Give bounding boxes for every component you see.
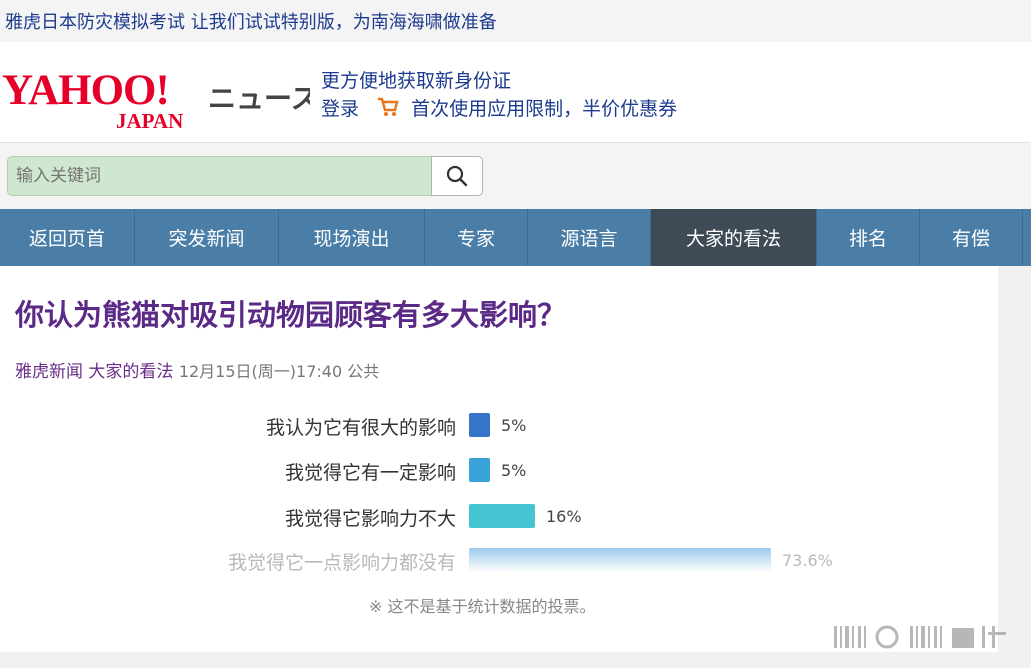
barcode-watermark-icon xyxy=(834,625,1006,649)
search-bar xyxy=(0,143,1031,209)
site-header: YAHOO! JAPAN ニュース 更方便地获取新身份证 登录 首次使用应用限制… xyxy=(0,42,1031,143)
nav-item-paid[interactable]: 有偿 xyxy=(920,209,1023,266)
nav-item-opinions[interactable]: 大家的看法 xyxy=(651,209,817,266)
top-announcement-bar: 雅虎日本防灾模拟考试 让我们试试特别版，为南海海啸做准备 xyxy=(0,0,1031,42)
main-nav: 返回页首 突发新闻 现场演出 专家 源语言 大家的看法 排名 有偿 xyxy=(0,209,1031,266)
nav-item-live[interactable]: 现场演出 xyxy=(279,209,425,266)
nav-item-home[interactable]: 返回页首 xyxy=(0,209,135,266)
cart-icon xyxy=(378,97,399,116)
poll-bar xyxy=(469,548,771,572)
article-meta: 雅虎新闻 大家的看法 12月15日(周一)17:40 公共 xyxy=(15,357,379,382)
nav-item-experts[interactable]: 专家 xyxy=(425,209,528,266)
poll-article: 你认为熊猫对吸引动物园顾客有多大影响？ 雅虎新闻 大家的看法 12月15日(周一… xyxy=(0,266,998,652)
page-title: 你认为熊猫对吸引动物园顾客有多大影响？ xyxy=(15,298,567,332)
source-link[interactable]: 雅虎新闻 大家的看法 xyxy=(15,362,173,382)
announcement-link[interactable]: 雅虎日本防灾模拟考试 让我们试试特别版，为南海海啸做准备 xyxy=(5,8,497,34)
logo-wordmark: YAHOO! xyxy=(2,67,169,114)
timestamp: 12月15日(周一)17:40 公共 xyxy=(178,362,380,381)
promo-row: 登录 首次使用应用限制，半价优惠券 xyxy=(321,94,677,121)
poll-bar xyxy=(469,458,490,482)
nav-item-ranking[interactable]: 排名 xyxy=(817,209,920,266)
search-input[interactable] xyxy=(7,156,431,196)
poll-option-label: 我认为它有很大的影响 xyxy=(265,417,456,439)
poll-option-label: 我觉得它一点影响力都没有 xyxy=(227,552,456,574)
logo-subtext: JAPAN xyxy=(116,109,183,130)
poll-option: 我认为它有很大的影响 5% xyxy=(0,410,998,440)
nav-item-breaking-news[interactable]: 突发新闻 xyxy=(135,209,279,266)
poll-percent: 5% xyxy=(501,461,527,480)
nav-item-original-language[interactable]: 源语言 xyxy=(528,209,651,266)
yahoo-japan-news-logo[interactable]: YAHOO! JAPAN ニュース xyxy=(0,60,310,130)
search-icon xyxy=(446,165,468,187)
login-link[interactable]: 登录 xyxy=(321,98,359,120)
poll-percent: 16% xyxy=(546,507,582,526)
poll-bar xyxy=(469,504,535,528)
poll-option: 我觉得它影响力不大 16% xyxy=(0,501,998,531)
search-button[interactable] xyxy=(431,156,483,196)
poll-option-label: 我觉得它影响力不大 xyxy=(284,508,456,530)
poll-percent: 5% xyxy=(501,416,527,435)
logo-news-label: ニュース xyxy=(208,82,310,115)
poll-disclaimer: ※ 这不是基于统计数据的投票。 xyxy=(369,597,596,616)
poll-option-label: 我觉得它有一定影响 xyxy=(284,462,456,484)
poll-option: 我觉得它一点影响力都没有 73.6% xyxy=(0,545,998,575)
poll-percent: 73.6% xyxy=(782,551,833,570)
coupon-link[interactable]: 首次使用应用限制，半价优惠券 xyxy=(411,98,677,120)
promo-id-card-link[interactable]: 更方便地获取新身份证 xyxy=(321,66,511,93)
page-footer-strip xyxy=(0,652,1031,668)
poll-option: 我觉得它有一定影响 5% xyxy=(0,455,998,485)
poll-bar xyxy=(469,413,490,437)
